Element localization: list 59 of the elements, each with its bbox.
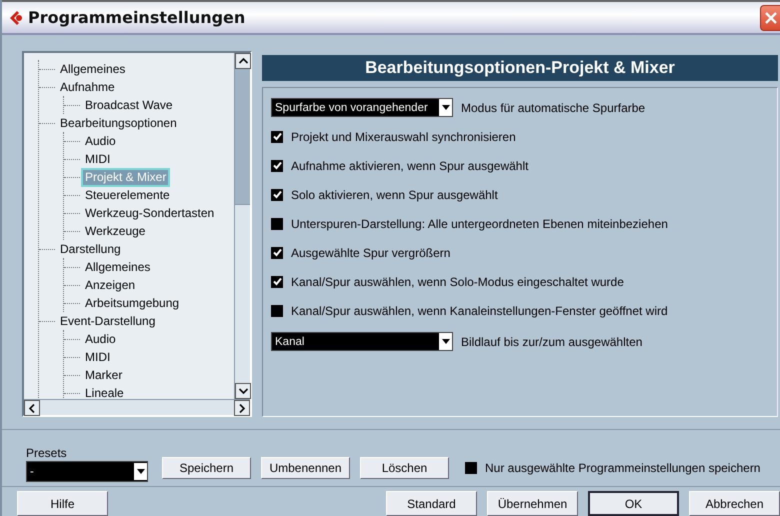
- preset-button[interactable]: Speichern: [162, 457, 251, 479]
- dialog-button[interactable]: OK: [588, 491, 679, 516]
- tree-item[interactable]: Arbeitsumgebung: [83, 296, 182, 311]
- tree-item[interactable]: Audio: [83, 134, 118, 149]
- panel-header: Bearbeitungsoptionen-Projekt & Mixer: [262, 55, 778, 82]
- close-button[interactable]: [760, 4, 780, 31]
- horizontal-scrollbar[interactable]: [24, 399, 250, 416]
- dialog-button[interactable]: Standard: [386, 491, 477, 516]
- tree-item[interactable]: MIDI: [83, 152, 112, 167]
- checkbox-label: Solo aktivieren, wenn Spur ausgewählt: [291, 188, 498, 202]
- dropdown[interactable]: Spurfarbe von vorangehender: [271, 98, 453, 118]
- tree-item[interactable]: Allgemeines: [58, 62, 128, 77]
- scroll-right-icon[interactable]: [234, 400, 250, 416]
- dialog-button[interactable]: Übernehmen: [487, 491, 578, 516]
- checkbox-label: Kanal/Spur auswählen, wenn Kanaleinstellungen-Fenster geöffnet wird: [291, 304, 668, 318]
- logo-icon: [8, 10, 24, 26]
- checkbox[interactable]: [271, 130, 283, 143]
- window-title: Programmeinstellungen: [28, 8, 246, 28]
- dropdown[interactable]: Kanal: [271, 332, 453, 352]
- checkbox-label: Ausgewählte Spur vergrößern: [291, 246, 450, 260]
- tree-item[interactable]: Broadcast Wave: [83, 98, 175, 113]
- tree-item[interactable]: Lineale: [83, 386, 126, 400]
- checkbox-label: Kanal/Spur auswählen, wenn Solo-Modus eingeschaltet wurde: [291, 274, 624, 289]
- tree-item[interactable]: Werkzeuge: [83, 224, 148, 239]
- tree-item[interactable]: Audio: [83, 332, 118, 347]
- tree-item[interactable]: Anzeigen: [83, 278, 138, 293]
- checkbox[interactable]: [271, 276, 283, 288]
- scroll-up-icon[interactable]: [235, 53, 251, 70]
- help-button[interactable]: Hilfe: [17, 491, 108, 516]
- tree-item[interactable]: Allgemeines: [83, 260, 152, 275]
- preset-button[interactable]: Umbenennen: [261, 457, 350, 479]
- close-icon[interactable]: [764, 10, 778, 25]
- tree-item[interactable]: Aufnahme: [58, 80, 117, 95]
- scroll-left-icon[interactable]: [24, 400, 40, 416]
- presets-label: Presets: [26, 446, 68, 460]
- dialog-button[interactable]: Abbrechen: [689, 491, 780, 516]
- tree-item[interactable]: Event-Darstellung: [58, 314, 158, 329]
- option-label: Modus für automatische Spurfarbe: [461, 100, 646, 115]
- checkbox-label: Aufnahme aktivieren, wenn Spur ausgewählt: [291, 158, 528, 173]
- checkbox[interactable]: [271, 304, 283, 317]
- checkbox[interactable]: [271, 188, 283, 201]
- preset-button[interactable]: Löschen: [360, 457, 449, 479]
- checkbox[interactable]: [271, 218, 283, 230]
- tree-item[interactable]: MIDI: [83, 350, 112, 365]
- checkbox[interactable]: [271, 160, 283, 172]
- vertical-scrollbar[interactable]: [234, 53, 250, 400]
- checkbox-label: Nur ausgewählte Programmeinstellungen speichern: [485, 461, 760, 475]
- scroll-down-icon[interactable]: [235, 383, 251, 400]
- tree-item[interactable]: Bearbeitungsoptionen: [58, 116, 179, 131]
- option-label: Bildlauf bis zur/zum ausgewählten: [461, 334, 642, 349]
- tree-item[interactable]: Steuerelemente: [83, 188, 172, 203]
- checkbox-label: Projekt und Mixerauswahl synchronisieren: [291, 130, 516, 144]
- checkbox[interactable]: [465, 462, 477, 474]
- tree-item[interactable]: Werkzeug-Sondertasten: [83, 206, 216, 221]
- checkbox[interactable]: [271, 246, 283, 259]
- tree-item[interactable]: Marker: [83, 368, 124, 383]
- tree-item[interactable]: Darstellung: [58, 242, 123, 257]
- presets-dropdown[interactable]: -: [26, 461, 148, 482]
- checkbox-label: Unterspuren-Darstellung: Alle untergeordneten Ebenen miteinbeziehen: [291, 216, 668, 231]
